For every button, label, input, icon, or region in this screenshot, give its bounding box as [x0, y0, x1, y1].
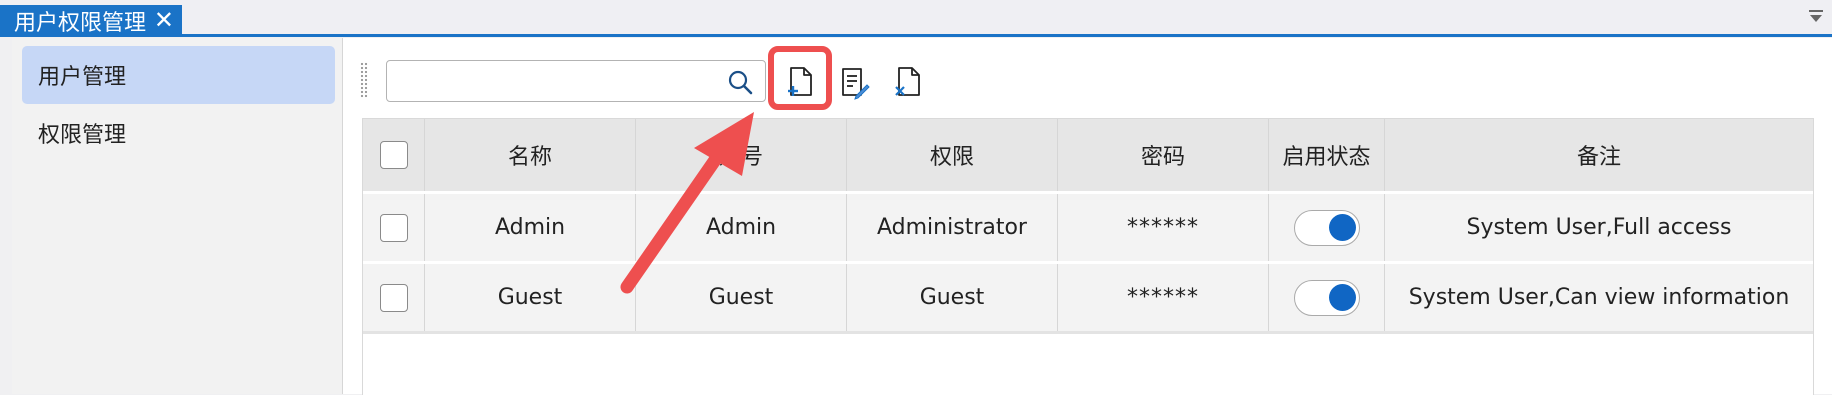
sidebar-item-user-management[interactable]: 用户管理 — [22, 46, 335, 104]
cell-password: ****** — [1058, 194, 1269, 261]
header-account[interactable]: 账号 — [636, 119, 847, 191]
cell-note: System User,Full access — [1466, 215, 1732, 240]
sidebar-item-permission-management[interactable]: 权限管理 — [22, 104, 335, 162]
row-checkbox[interactable] — [379, 283, 408, 312]
table-bottom-border — [363, 331, 1813, 334]
cell-password: ****** — [1058, 264, 1269, 331]
cell-permission: Guest — [847, 264, 1058, 331]
tab-user-permission-management[interactable]: 用户权限管理 ✕ — [0, 5, 182, 36]
toggle-knob — [1328, 213, 1356, 241]
cell-account: Guest — [636, 264, 847, 331]
search-box — [386, 60, 766, 102]
edit-document-icon[interactable] — [836, 64, 872, 100]
toggle-knob — [1328, 283, 1356, 311]
cell-enabled-status — [1269, 264, 1385, 331]
header-enabled-status[interactable]: 启用状态 — [1269, 119, 1385, 191]
header-password[interactable]: 密码 — [1058, 119, 1269, 191]
cell-enabled-status — [1269, 194, 1385, 261]
table-header-row: 名称 账号 权限 密码 启用状态 备注 — [363, 119, 1813, 191]
cell-name: Guest — [425, 264, 636, 331]
tab-menu-icon[interactable] — [1808, 10, 1824, 24]
cell-note: System User,Can view information — [1408, 285, 1790, 310]
tab-underline — [0, 34, 1832, 37]
tab-title: 用户权限管理 — [14, 10, 147, 36]
delete-document-icon[interactable] — [890, 64, 926, 100]
user-table: 名称 账号 权限 密码 启用状态 备注 Admin Admin Administ… — [362, 118, 1814, 395]
row-select-cell — [363, 264, 425, 331]
add-button-highlight — [768, 46, 832, 110]
table-row[interactable]: Guest Guest Guest ****** System User,Can… — [363, 261, 1813, 331]
enabled-toggle[interactable] — [1293, 209, 1360, 246]
cell-account: Admin — [636, 194, 847, 261]
table-row[interactable]: Admin Admin Administrator ****** System … — [363, 191, 1813, 261]
sidebar-item-label: 用户管理 — [38, 65, 127, 90]
header-name[interactable]: 名称 — [425, 119, 636, 191]
tab-bar: 用户权限管理 ✕ — [0, 0, 1832, 36]
search-icon[interactable] — [727, 69, 753, 95]
header-select-all-cell — [363, 119, 425, 191]
header-permission[interactable]: 权限 — [847, 119, 1058, 191]
cell-permission: Administrator — [847, 194, 1058, 261]
cell-name: Admin — [425, 194, 636, 261]
header-note[interactable]: 备注 — [1385, 119, 1813, 191]
select-all-checkbox[interactable] — [379, 141, 408, 169]
close-icon[interactable]: ✕ — [154, 7, 174, 33]
toolbar-grip-handle[interactable] — [360, 62, 368, 98]
sidebar: 用户管理 权限管理 — [12, 38, 343, 394]
row-checkbox[interactable] — [379, 213, 408, 242]
enabled-toggle[interactable] — [1293, 279, 1360, 316]
row-select-cell — [363, 194, 425, 261]
sidebar-item-label: 权限管理 — [38, 123, 127, 148]
search-input[interactable] — [395, 67, 719, 97]
